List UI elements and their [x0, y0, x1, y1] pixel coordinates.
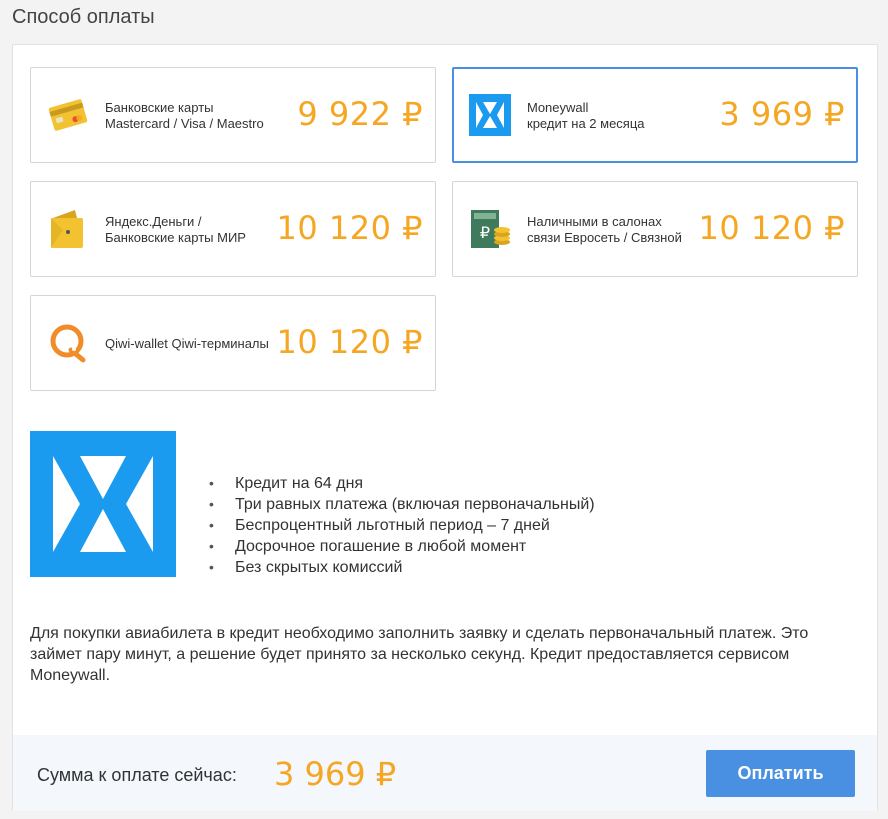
payment-option-yandex[interactable]: Яндекс.Деньги / Банковские карты МИР 10 …	[30, 181, 436, 277]
option-label: Банковские карты Mastercard / Visa / Mae…	[105, 100, 264, 131]
credit-features-list: • Кредит на 64 дня • Три равных платежа (в…	[209, 473, 595, 578]
page-title: Способ оплаты	[12, 6, 155, 28]
moneywall-logo-icon	[469, 94, 511, 136]
list-item: • Досрочное погашение в любой момент	[209, 538, 527, 555]
payment-footer: Сумма к оплате сейчас: 3 969 ₽ Оплатить	[13, 735, 877, 811]
bank-card-icon	[47, 94, 89, 136]
payment-option-moneywall[interactable]: Moneywall кредит на 2 месяца 3 969 ₽	[452, 67, 858, 163]
cash-coins-icon: ₽	[469, 208, 511, 250]
pay-button[interactable]: Оплатить	[706, 750, 855, 797]
list-item: • Беспроцентный льготный период – 7 дней	[209, 517, 550, 534]
payment-option-bank-cards[interactable]: Банковские карты Mastercard / Visa / Mae…	[30, 67, 436, 163]
option-price: 9 922 ₽	[297, 95, 423, 133]
option-label: Наличными в салонах связи Евросеть / Свя…	[527, 214, 682, 245]
list-item: • Три равных платежа (включая первоначаль…	[209, 496, 595, 513]
payment-option-qiwi[interactable]: Qiwi-wallet Qiwi-терминалы 10 120 ₽	[30, 295, 436, 391]
payment-option-cash[interactable]: ₽ Наличными в салонах связи Евросеть / С…	[452, 181, 858, 277]
option-label: Moneywall кредит на 2 месяца	[527, 100, 645, 131]
payment-panel: Банковские карты Mastercard / Visa / Mae…	[12, 44, 878, 811]
option-price: 10 120 ₽	[276, 323, 423, 361]
list-item: • Без скрытых комиссий	[209, 559, 403, 576]
option-price: 3 969 ₽	[719, 95, 845, 133]
list-item: • Кредит на 64 дня	[209, 475, 364, 492]
qiwi-icon	[47, 322, 89, 364]
option-label: Яндекс.Деньги / Банковские карты МИР	[105, 214, 246, 245]
yandex-wallet-icon	[47, 208, 89, 250]
option-price: 10 120 ₽	[698, 209, 845, 247]
svg-text:₽: ₽	[480, 223, 490, 242]
option-label: Qiwi-wallet Qiwi-терминалы	[105, 336, 269, 351]
credit-description: Для покупки авиабилета в кредит необходи…	[30, 625, 809, 684]
option-price: 10 120 ₽	[276, 209, 423, 247]
sum-label: Сумма к оплате сейчас:	[37, 765, 237, 785]
moneywall-logo	[30, 431, 176, 577]
sum-value: 3 969 ₽	[274, 755, 397, 793]
